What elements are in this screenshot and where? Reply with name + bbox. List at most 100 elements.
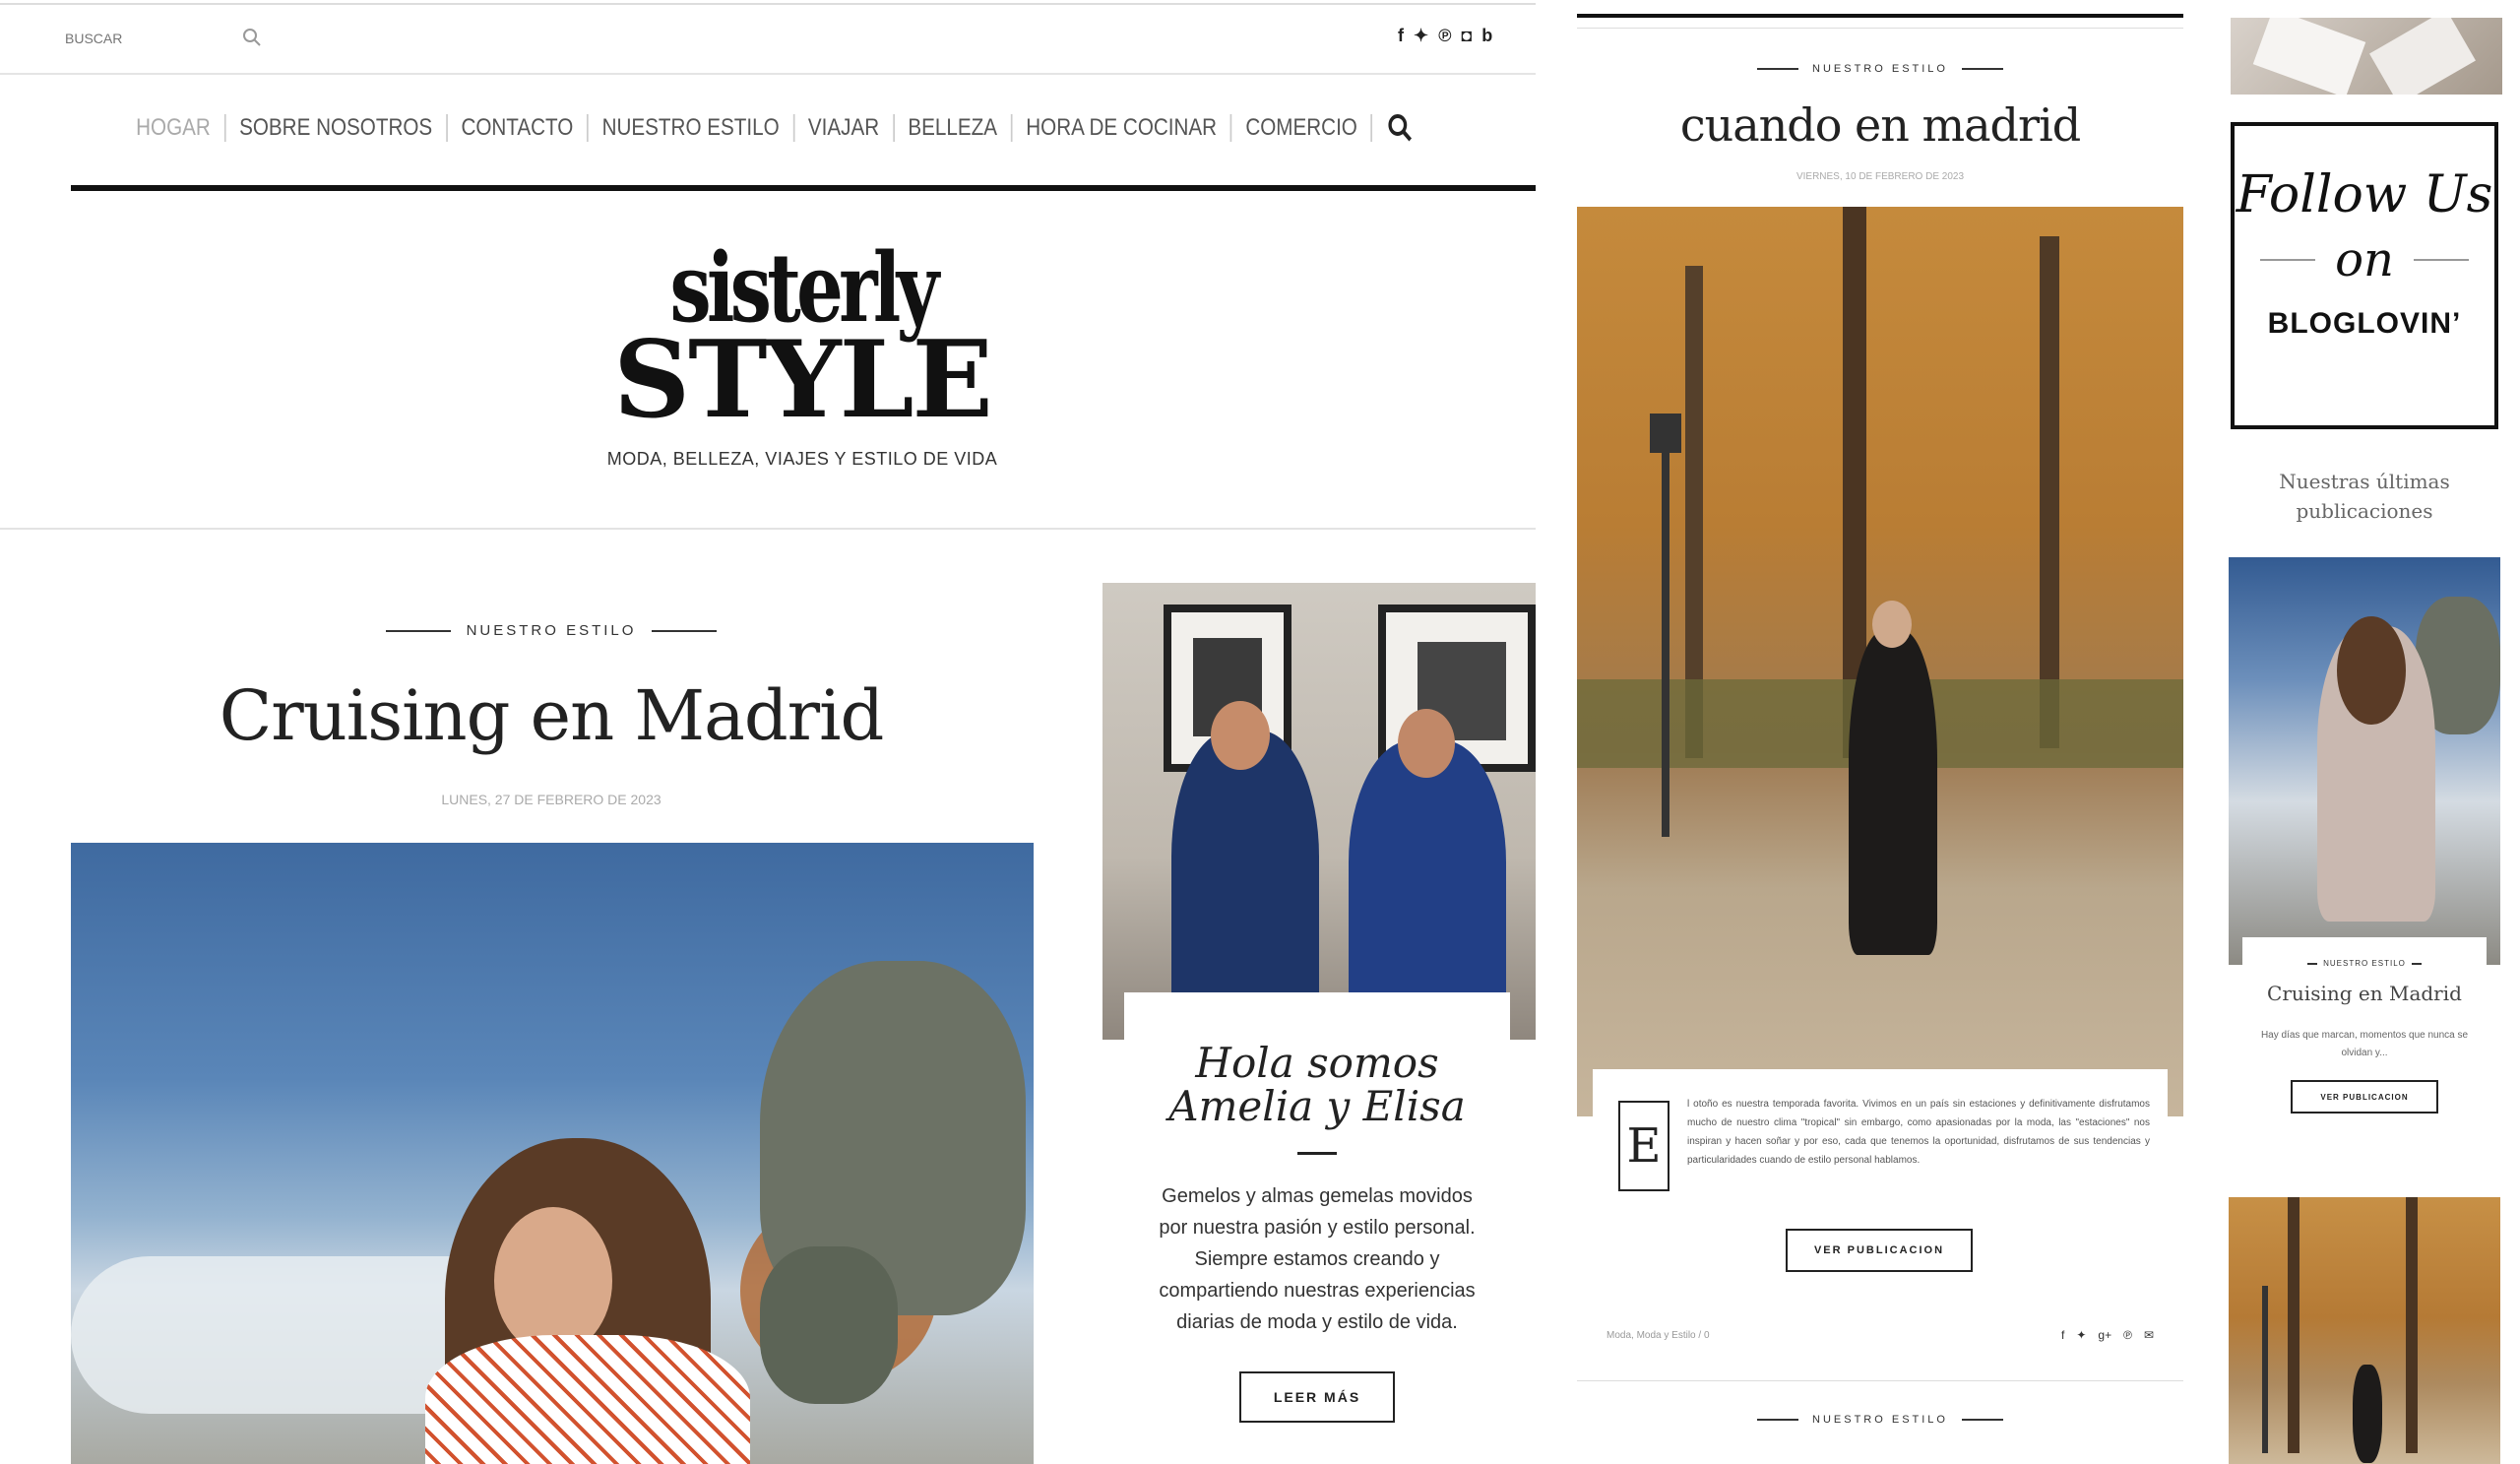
post2-category[interactable]: NUESTRO ESTILO <box>1673 63 2087 75</box>
featured-title[interactable]: Cruising en Madrid <box>158 675 945 756</box>
latest-post-excerpt: Hay días que marcan, momentos que nunca … <box>2260 1030 2469 1058</box>
rule-right <box>652 629 718 632</box>
search-input[interactable] <box>65 24 262 53</box>
latest-post-card: NUESTRO ESTILO Cruising en Madrid Hay dí… <box>2242 937 2487 1154</box>
rule-right <box>1961 68 2003 70</box>
site-logo[interactable]: sisterly STYLE <box>591 232 1014 473</box>
follow-rule-right <box>2413 259 2469 261</box>
next-post-category[interactable]: NUESTRO ESTILO <box>1673 1414 2087 1426</box>
lp2-trunk-2 <box>2406 1197 2418 1453</box>
share-googleplus-icon[interactable]: g+ <box>2098 1328 2111 1342</box>
nav-item-comercio[interactable]: COMERCIO <box>1232 114 1373 142</box>
latest-posts-title-line2: publicaciones <box>2296 499 2433 523</box>
about-title-line1: Hola somos <box>1195 1039 1439 1087</box>
latest-post-image-2[interactable] <box>2229 1197 2500 1464</box>
post-top-thin-rule <box>1577 28 2183 29</box>
nav-item-sobre-nosotros[interactable]: SOBRE NOSOTROS <box>225 114 448 142</box>
search-icon[interactable] <box>242 28 262 47</box>
walking-person-head <box>1872 601 1912 648</box>
nav-item-viajar[interactable]: VIAJAR <box>794 114 895 142</box>
rule-right <box>1961 1419 2003 1421</box>
rule-left <box>1757 1419 1799 1421</box>
latest-posts-title-line1: Nuestras últimas <box>2279 470 2450 493</box>
follow-rule-left <box>2260 259 2316 261</box>
person-top <box>425 1335 750 1464</box>
latest-person-hair <box>2337 616 2406 725</box>
post2-excerpt-card: E l otoño es nuestra temporada favorita.… <box>1593 1069 2168 1217</box>
follow-on-row: on <box>2235 232 2494 287</box>
face-right <box>1398 709 1455 778</box>
next-post-category-label: NUESTRO ESTILO <box>1812 1414 1948 1426</box>
post2-comments[interactable]: / 0 <box>1698 1330 1709 1341</box>
featured-category[interactable]: NUESTRO ESTILO <box>374 622 728 639</box>
latest-post-button[interactable]: VER PUBLICACION <box>2291 1080 2438 1114</box>
lion-statue-small <box>760 1246 898 1404</box>
top-bar-border <box>0 3 1536 5</box>
latest-posts-title: Nuestras últimas publicaciones <box>2231 467 2498 526</box>
follow-bloglovin-box[interactable]: Follow Us on BLOGLOVIN’ <box>2231 122 2498 429</box>
pinterest-icon[interactable]: ℗ <box>1438 26 1451 46</box>
rule-left <box>2307 962 2318 965</box>
nav-item-nuestro-estilo[interactable]: NUESTRO ESTILO <box>589 114 795 142</box>
header-divider <box>0 528 1536 530</box>
sidebar-top-image <box>2231 18 2502 95</box>
nav-item-belleza[interactable]: BELLEZA <box>895 114 1013 142</box>
post2-meta: Moda, Moda y Estilo / 0 <box>1606 1330 1710 1341</box>
logo-line2: STYLE <box>613 318 993 442</box>
lp2-lamp <box>2262 1286 2268 1453</box>
nav-item-hogar[interactable]: HOGAR <box>122 114 226 142</box>
drop-cap: E <box>1618 1101 1670 1191</box>
nav-search-icon[interactable] <box>1388 113 1414 143</box>
latest-post-title[interactable]: Cruising en Madrid <box>2242 982 2487 1005</box>
post2-image[interactable] <box>1577 207 2183 1116</box>
rule-left <box>385 629 451 632</box>
post2-labels[interactable]: Moda, Moda y Estilo <box>1606 1330 1696 1341</box>
post2-excerpt: l otoño es nuestra temporada favorita. V… <box>1687 1099 2150 1166</box>
social-icons: f ✦ ℗ ◘ b <box>1398 26 1492 46</box>
nav-rule <box>71 185 1536 191</box>
post-top-rule <box>1577 14 2183 18</box>
lamp-post <box>1662 423 1670 837</box>
follow-brand: BLOGLOVIN’ <box>2267 307 2462 340</box>
about-title-line2: Amelia y Elisa <box>1168 1082 1466 1130</box>
lp2-trunk-1 <box>2288 1197 2300 1453</box>
view-post-button[interactable]: VER PUBLICACION <box>1786 1229 1973 1272</box>
read-more-button[interactable]: LEER MÁS <box>1239 1371 1395 1423</box>
featured-date: LUNES, 27 DE FEBRERO DE 2023 <box>441 792 662 807</box>
post2-share-icons: f ✦ g+ ℗ ✉ <box>2061 1328 2154 1342</box>
person-face <box>494 1207 612 1355</box>
share-email-icon[interactable]: ✉ <box>2144 1328 2154 1342</box>
latest-post-category-label: NUESTRO ESTILO <box>2323 959 2406 968</box>
nav-item-contacto[interactable]: CONTACTO <box>448 114 589 142</box>
latest-post-category[interactable]: NUESTRO ESTILO <box>2242 959 2487 968</box>
lamp-head <box>1650 414 1681 453</box>
featured-image[interactable] <box>71 843 1034 1464</box>
main-nav: HOGAR SOBRE NOSOTROS CONTACTO NUESTRO ES… <box>107 106 1428 150</box>
lp2-person <box>2353 1365 2382 1463</box>
twitter-icon[interactable]: ✦ <box>1414 26 1428 46</box>
follow-line1: Follow Us <box>2236 165 2493 224</box>
about-text: Gemelos y almas gemelas movidos por nues… <box>1159 1185 1476 1333</box>
follow-line2: on <box>2335 232 2394 287</box>
tree-trunk-3 <box>2040 236 2059 748</box>
logo-tagline: MODA, BELLEZA, VIAJES Y ESTILO DE VIDA <box>606 449 998 469</box>
share-facebook-icon[interactable]: f <box>2061 1328 2064 1342</box>
left-panel: f ✦ ℗ ◘ b HOGAR SOBRE NOSOTROS CONTACTO … <box>0 0 1536 1464</box>
nav-item-hora-de-cocinar[interactable]: HORA DE COCINAR <box>1013 114 1232 142</box>
rule-left <box>1757 68 1799 70</box>
post2-title[interactable]: cuando en madrid <box>1575 98 2185 152</box>
about-image <box>1102 583 1536 1040</box>
post2-date: VIERNES, 10 DE FEBRERO DE 2023 <box>1796 171 1965 182</box>
share-pinterest-icon[interactable]: ℗ <box>2123 1328 2132 1342</box>
featured-category-label: NUESTRO ESTILO <box>466 622 637 639</box>
post2-category-label: NUESTRO ESTILO <box>1812 63 1948 75</box>
post2-bottom-rule <box>1577 1380 2183 1381</box>
share-twitter-icon[interactable]: ✦ <box>2076 1328 2086 1342</box>
instagram-icon[interactable]: ◘ <box>1461 26 1472 46</box>
top-bar-divider <box>0 73 1536 75</box>
about-rule <box>1297 1152 1337 1155</box>
latest-post-image[interactable] <box>2229 557 2500 965</box>
logo-line1: sisterly <box>669 232 940 344</box>
bloglovin-icon[interactable]: b <box>1481 26 1492 46</box>
facebook-icon[interactable]: f <box>1398 26 1404 46</box>
